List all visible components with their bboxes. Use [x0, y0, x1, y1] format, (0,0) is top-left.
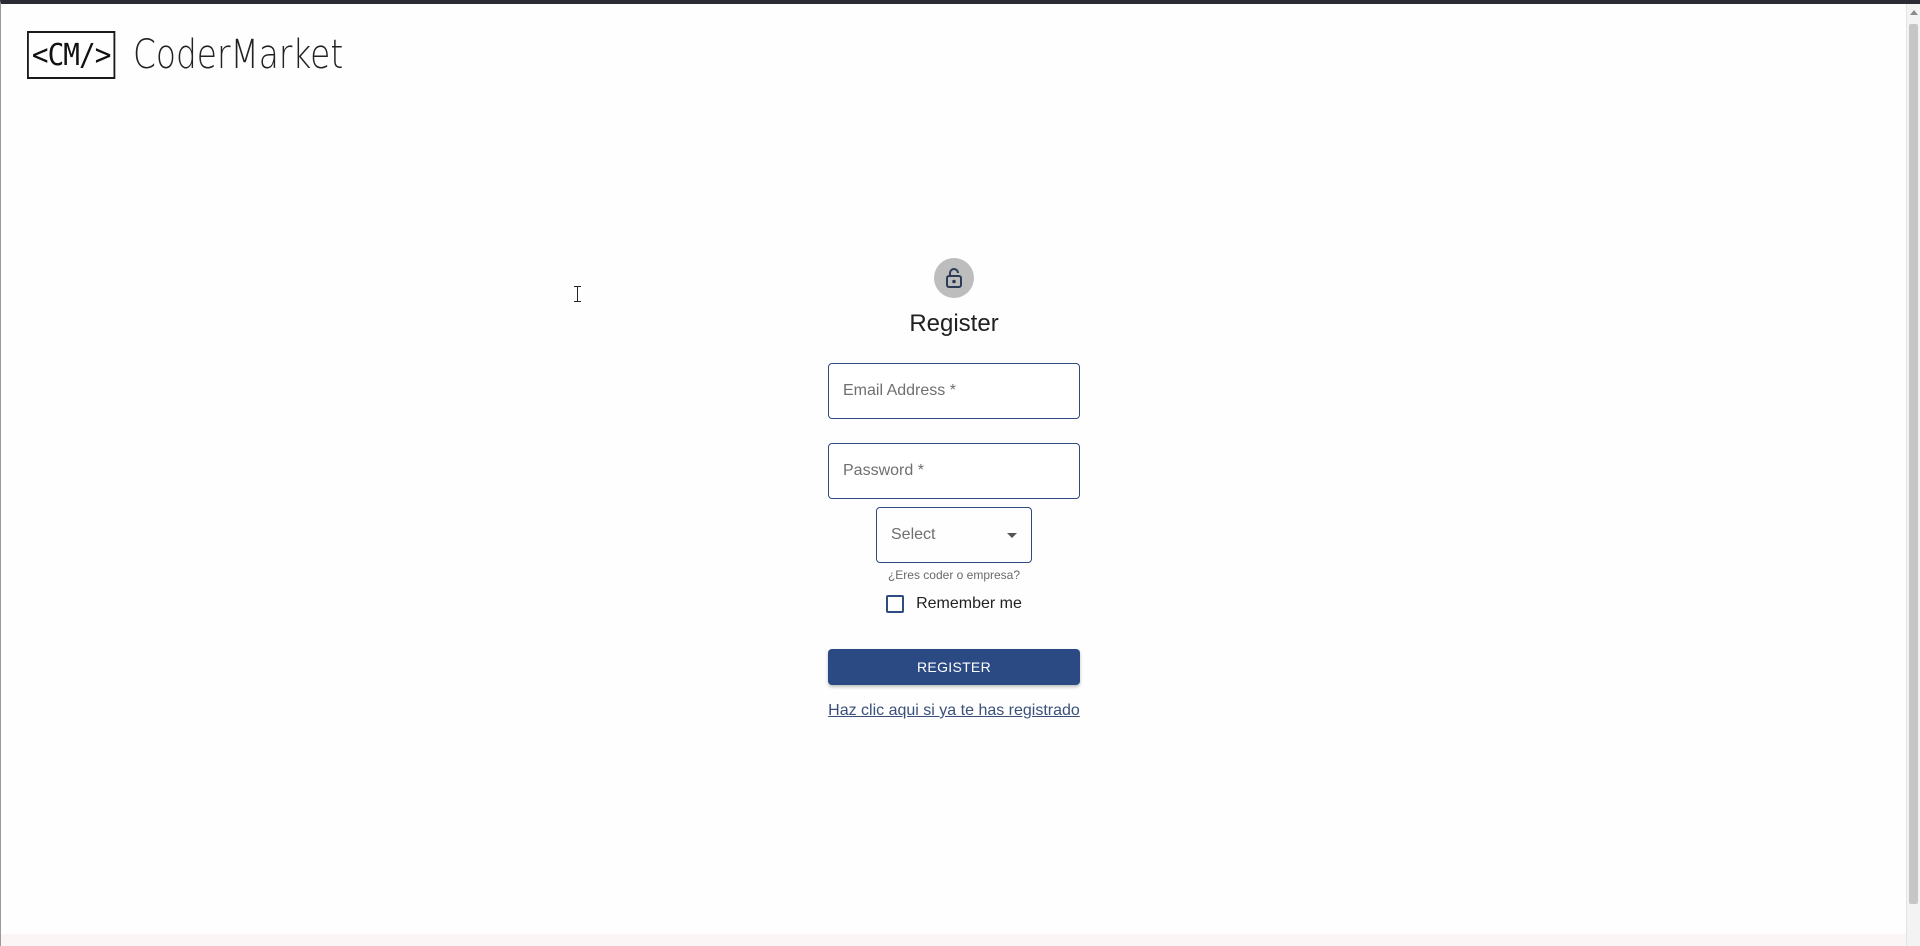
lock-open-icon: [934, 258, 974, 298]
text-cursor-icon: [574, 286, 582, 302]
select-value: Select: [891, 526, 936, 543]
register-button[interactable]: REGISTER: [828, 649, 1080, 685]
brand-logo[interactable]: <CM/> CoderMarket: [27, 31, 389, 79]
user-type-select[interactable]: Select: [876, 507, 1032, 563]
select-helper-text: ¿Eres coder o empresa?: [887, 568, 1021, 582]
password-label: Password *: [843, 462, 924, 479]
remember-label: Remember me: [916, 595, 1022, 612]
page: <CM/> CoderMarket Register Email Address…: [0, 0, 1920, 946]
register-form: Register Email Address * Password * Sele…: [828, 258, 1080, 720]
scroll-thumb[interactable]: [1909, 24, 1918, 904]
email-label: Email Address *: [843, 382, 956, 399]
vertical-scrollbar[interactable]: [1906, 4, 1920, 946]
remember-me[interactable]: Remember me: [886, 595, 1022, 613]
scroll-up-icon[interactable]: [1910, 10, 1918, 15]
logo-mark: <CM/>: [27, 31, 116, 79]
logo-text: CoderMarket: [133, 32, 344, 78]
form-title: Register: [909, 310, 999, 337]
login-link[interactable]: Haz clic aqui si ya te has registrado: [828, 702, 1080, 720]
email-field[interactable]: Email Address *: [828, 363, 1080, 419]
password-field[interactable]: Password *: [828, 443, 1080, 499]
caret-down-icon: [1007, 532, 1017, 538]
remember-checkbox[interactable]: [886, 595, 905, 613]
bottom-strip: [1, 934, 1906, 946]
